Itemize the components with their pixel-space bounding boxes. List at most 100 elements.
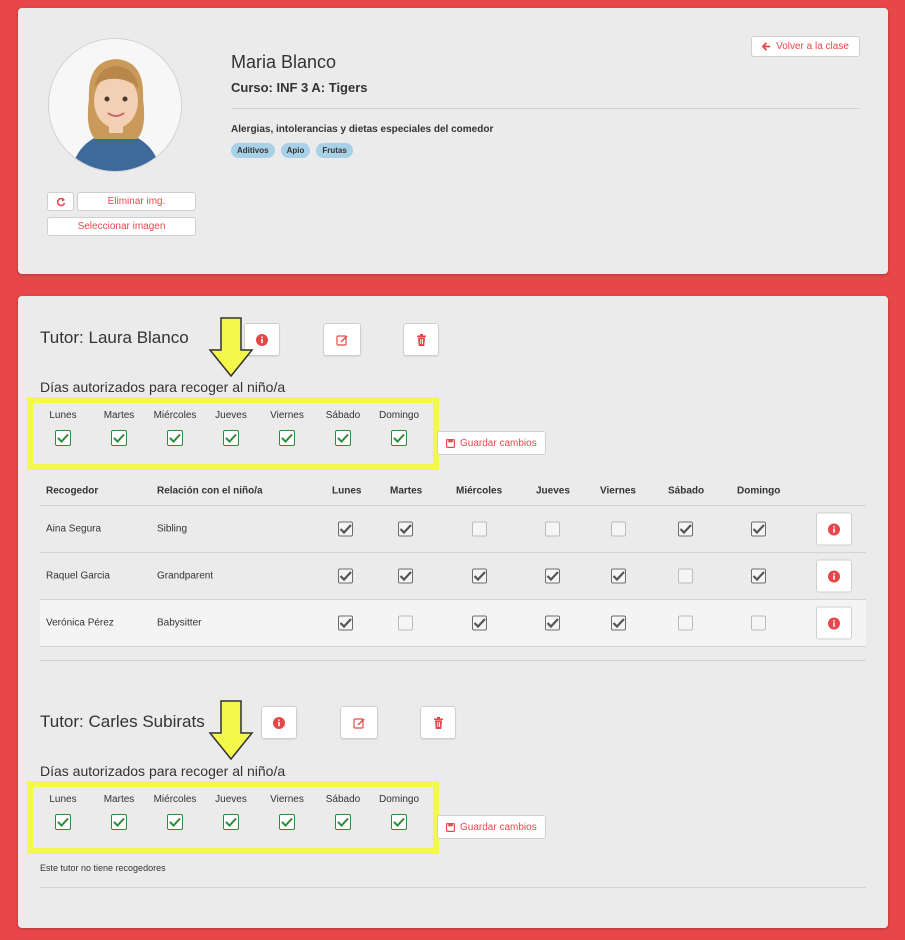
day-checkbox[interactable] [279, 814, 295, 830]
picker-day-checkbox[interactable] [611, 615, 626, 631]
info-icon [828, 570, 840, 582]
picker-day-checkbox[interactable] [751, 568, 766, 584]
check-icon [399, 524, 412, 535]
arrow-left-icon [762, 42, 771, 51]
check-icon [339, 618, 352, 629]
day-label: Martes [103, 410, 135, 421]
day-label: Martes [103, 794, 135, 805]
info-icon [256, 333, 268, 346]
tutor-delete-button[interactable] [420, 706, 456, 739]
column-header: Relación con el niño/a [157, 485, 263, 497]
day-column: Sábado [315, 794, 371, 830]
picker-day-checkbox[interactable] [678, 521, 693, 537]
day-column: Lunes [35, 794, 91, 830]
annotation-arrow-icon [208, 700, 254, 761]
check-icon [113, 817, 125, 827]
tutor-edit-button[interactable] [323, 323, 361, 356]
check-icon [57, 433, 69, 443]
picker-day-checkbox[interactable] [678, 568, 693, 584]
check-icon [393, 817, 405, 827]
check-icon [473, 571, 486, 582]
check-icon [339, 524, 352, 535]
picker-rows: Aina Segura Sibling Raquel Garcia Grandpare… [40, 505, 866, 646]
day-checkbox[interactable] [223, 430, 239, 446]
picker-info-button[interactable] [816, 606, 852, 640]
authorized-days: Lunes Martes Miércoles Jueves Viernes Sá… [35, 794, 427, 830]
picker-day-checkbox[interactable] [678, 615, 693, 631]
tutor-delete-button[interactable] [403, 323, 439, 356]
day-column: Domingo [371, 794, 427, 830]
edit-icon [336, 334, 348, 346]
save-changes-button[interactable]: Guardar cambios [437, 815, 546, 839]
day-checkbox[interactable] [391, 430, 407, 446]
info-icon [828, 617, 840, 629]
back-to-class-label: Volver a la clase [776, 41, 849, 52]
picker-name: Aina Segura [46, 523, 102, 535]
day-label: Viernes [270, 410, 304, 421]
info-icon [273, 716, 285, 729]
picker-day-checkbox[interactable] [751, 615, 766, 631]
check-icon [225, 817, 237, 827]
authorized-days-title: Días autorizados para recoger al niño/a [40, 379, 286, 395]
student-name: Maria Blanco [231, 52, 337, 72]
day-checkbox[interactable] [55, 430, 71, 446]
picker-day-checkbox[interactable] [338, 521, 353, 537]
save-changes-button[interactable]: Guardar cambios [437, 431, 546, 455]
column-header: Sábado [668, 485, 705, 497]
column-header: Viernes [600, 485, 636, 497]
picker-day-checkbox[interactable] [751, 521, 766, 537]
rotate-image-button[interactable] [47, 192, 74, 211]
picker-day-checkbox[interactable] [338, 615, 353, 631]
picker-day-checkbox[interactable] [545, 521, 560, 537]
save-icon [446, 822, 455, 832]
picker-day-checkbox[interactable] [545, 568, 560, 584]
check-icon [169, 433, 181, 443]
day-checkbox[interactable] [279, 430, 295, 446]
day-column: Jueves [203, 410, 259, 446]
annotation-arrow-icon [208, 317, 254, 378]
tutor-info-button[interactable] [261, 706, 297, 739]
rotate-icon [56, 197, 65, 206]
authorized-days-title: Días autorizados para recoger al niño/a [40, 763, 286, 779]
picker-day-checkbox[interactable] [545, 615, 560, 631]
day-checkbox[interactable] [167, 814, 183, 830]
table-row: Aina Segura Sibling [40, 505, 866, 552]
picker-day-checkbox[interactable] [472, 521, 487, 537]
day-column: Jueves [203, 794, 259, 830]
day-checkbox[interactable] [335, 814, 351, 830]
day-checkbox[interactable] [55, 814, 71, 830]
day-column: Domingo [371, 410, 427, 446]
delete-image-button[interactable]: Eliminar img. [77, 192, 196, 211]
save-changes-label: Guardar cambios [460, 821, 537, 833]
picker-day-checkbox[interactable] [398, 615, 413, 631]
check-icon [393, 433, 405, 443]
day-checkbox[interactable] [111, 814, 127, 830]
allergy-tag: Aditivos [231, 143, 275, 158]
picker-relation: Babysitter [157, 617, 202, 629]
picker-day-checkbox[interactable] [611, 521, 626, 537]
day-checkbox[interactable] [223, 814, 239, 830]
tutors-card: Tutor: Laura Blanco Días autorizados par… [18, 296, 888, 928]
student-avatar [48, 38, 182, 172]
save-changes-label: Guardar cambios [460, 437, 537, 449]
day-checkbox[interactable] [167, 430, 183, 446]
picker-day-checkbox[interactable] [611, 568, 626, 584]
day-label: Jueves [215, 794, 247, 805]
day-checkbox[interactable] [111, 430, 127, 446]
picker-day-checkbox[interactable] [398, 568, 413, 584]
day-checkbox[interactable] [335, 430, 351, 446]
picker-day-checkbox[interactable] [472, 568, 487, 584]
check-icon [679, 524, 692, 535]
picker-day-checkbox[interactable] [472, 615, 487, 631]
check-icon [169, 817, 181, 827]
select-image-button[interactable]: Seleccionar imagen [47, 217, 196, 236]
picker-day-checkbox[interactable] [338, 568, 353, 584]
day-column: Miércoles [147, 410, 203, 446]
picker-day-checkbox[interactable] [398, 521, 413, 537]
tutor-edit-button[interactable] [340, 706, 378, 739]
picker-info-button[interactable] [816, 512, 852, 546]
edit-icon [353, 717, 365, 729]
picker-info-button[interactable] [816, 559, 852, 593]
day-checkbox[interactable] [391, 814, 407, 830]
back-to-class-button[interactable]: Volver a la clase [751, 36, 860, 57]
